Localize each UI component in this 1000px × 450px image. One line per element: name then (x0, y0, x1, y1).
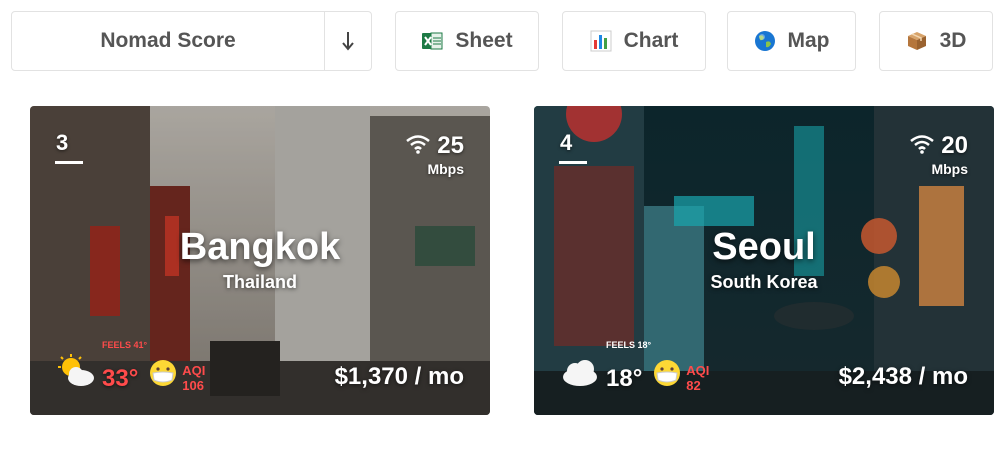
toolbar: Nomad Score Sheet Chart Map 3D (11, 11, 993, 73)
temperature: 18° (606, 365, 643, 392)
aqi-label: AQI (686, 363, 710, 378)
internet-speed: 20 Mbps (909, 132, 968, 177)
country-name: Thailand (222, 272, 297, 292)
aqi-value: 82 (686, 378, 701, 393)
internet-speed-value: 25 (437, 132, 464, 159)
monthly-cost: $2,438 / mo (838, 363, 968, 390)
aqi-label: AQI (182, 363, 206, 378)
temperature: 33° (102, 365, 139, 392)
map-label: Map (787, 29, 830, 52)
face-with-mask-icon (652, 358, 682, 393)
weather-info: FEELS 18° 18° AQI 82 (560, 340, 709, 393)
chart-label: Chart (623, 29, 679, 52)
package-box-icon (906, 30, 928, 52)
aqi-value: 106 (182, 378, 204, 393)
excel-icon (421, 30, 443, 52)
map-button[interactable]: Map (727, 11, 856, 71)
rank-underline (55, 161, 83, 164)
internet-speed: 25 Mbps (405, 132, 464, 177)
face-with-mask-icon (148, 358, 178, 393)
globe-icon (754, 30, 776, 52)
wifi-icon (405, 134, 431, 159)
rank-number: 3 (56, 130, 69, 155)
weather-info: FEELS 41° 33° AQI 106 (56, 340, 205, 393)
feels-like: FEELS 18° (606, 340, 652, 350)
3d-label: 3D (939, 29, 967, 52)
sun-behind-cloud-icon (56, 354, 96, 393)
internet-speed-value: 20 (941, 132, 968, 159)
rank-underline (559, 161, 587, 164)
sort-dropdown[interactable]: Nomad Score (11, 11, 372, 71)
feels-like: FEELS 41° (102, 340, 148, 350)
sort-direction-icon[interactable] (324, 12, 371, 70)
wifi-icon (909, 134, 935, 159)
chart-button[interactable]: Chart (562, 11, 706, 71)
city-card-bangkok[interactable]: 3 25 Mbps Bangkok Thailand FEELS 41° 33°… (30, 106, 490, 415)
rank-number: 4 (560, 130, 573, 155)
country-name: South Korea (710, 272, 818, 292)
cloud-icon (560, 354, 600, 393)
monthly-cost: $1,370 / mo (334, 363, 464, 390)
air-quality: AQI 106 (182, 363, 205, 393)
bar-chart-icon (590, 30, 612, 52)
air-quality: AQI 82 (686, 363, 709, 393)
internet-speed-unit: Mbps (931, 161, 968, 177)
city-name: Seoul (712, 226, 816, 268)
internet-speed-unit: Mbps (427, 161, 464, 177)
sheet-label: Sheet (455, 29, 513, 52)
3d-button[interactable]: 3D (879, 11, 993, 71)
sort-label: Nomad Score (100, 29, 236, 52)
city-card-seoul[interactable]: 4 20 Mbps Seoul South Korea FEELS 18° 18… (534, 106, 994, 415)
sheet-button[interactable]: Sheet (395, 11, 539, 71)
city-name: Bangkok (179, 226, 341, 268)
